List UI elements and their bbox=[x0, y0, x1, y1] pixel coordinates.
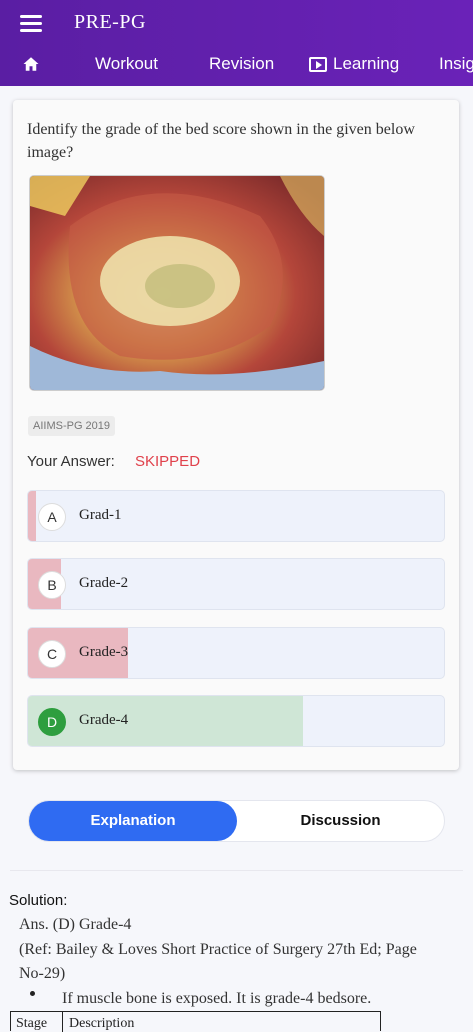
your-answer-label: Your Answer: bbox=[27, 453, 115, 470]
solution-ref-line2: No-29) bbox=[19, 965, 66, 982]
option-d-text: Grade-4 bbox=[79, 712, 129, 728]
app-title: PRE-PG bbox=[74, 11, 146, 33]
exam-tag: AIIMS-PG 2019 bbox=[28, 416, 116, 436]
menu-icon[interactable] bbox=[20, 14, 44, 34]
explanation-tab[interactable]: Explanation bbox=[29, 801, 237, 841]
option-c-text: Grade-3 bbox=[79, 644, 129, 660]
option-c-letter: C bbox=[38, 640, 66, 668]
explanation-discussion-toggle: Explanation Discussion bbox=[28, 800, 445, 842]
wound-photo[interactable] bbox=[29, 175, 325, 391]
option-a-letter: A bbox=[38, 503, 66, 531]
solution-ref-line1: (Ref: Bailey & Loves Short Practice of S… bbox=[19, 941, 417, 958]
solution-answer: Ans. (D) Grade-4 bbox=[19, 916, 132, 933]
question-text: Identify the grade of the bed score show… bbox=[27, 121, 415, 161]
solution-section: Solution: Ans. (D) Grade-4 (Ref: Bailey … bbox=[0, 880, 473, 1032]
nav-tabs: Workout Revision Learning Insig bbox=[0, 42, 473, 86]
option-b-text: Grade-2 bbox=[79, 575, 129, 591]
app-bar: PRE-PG Workout Revision Learning Insig bbox=[0, 0, 473, 86]
option-d-letter: D bbox=[38, 708, 66, 736]
question-card: Identify the grade of the bed score show… bbox=[13, 100, 459, 770]
divider bbox=[10, 870, 463, 871]
tab-insights[interactable]: Insig bbox=[439, 54, 473, 74]
stage-table: Stage Description bbox=[10, 1011, 381, 1032]
option-b[interactable]: B Grade-2 bbox=[27, 558, 445, 610]
home-icon[interactable] bbox=[22, 55, 40, 73]
option-d[interactable]: D Grade-4 bbox=[27, 695, 445, 747]
solution-heading: Solution: bbox=[9, 892, 68, 909]
option-d-fill bbox=[28, 696, 303, 746]
tab-workout[interactable]: Workout bbox=[95, 54, 158, 74]
table-header-stage: Stage bbox=[11, 1012, 63, 1032]
option-c[interactable]: C Grade-3 bbox=[27, 627, 445, 679]
bullet-dot bbox=[30, 991, 35, 996]
table-header-description: Description bbox=[69, 1016, 135, 1031]
option-a-text: Grad-1 bbox=[79, 507, 122, 523]
tab-learning[interactable]: Learning bbox=[333, 54, 399, 74]
your-answer-value: SKIPPED bbox=[135, 453, 201, 470]
discussion-tab[interactable]: Discussion bbox=[237, 801, 444, 841]
option-a-fill bbox=[28, 491, 37, 541]
option-b-letter: B bbox=[38, 571, 66, 599]
option-a[interactable]: A Grad-1 bbox=[27, 490, 445, 542]
solution-bullet: If muscle bone is exposed. It is grade-4… bbox=[62, 990, 372, 1007]
play-screen-icon bbox=[309, 57, 327, 72]
tab-revision[interactable]: Revision bbox=[209, 54, 274, 74]
